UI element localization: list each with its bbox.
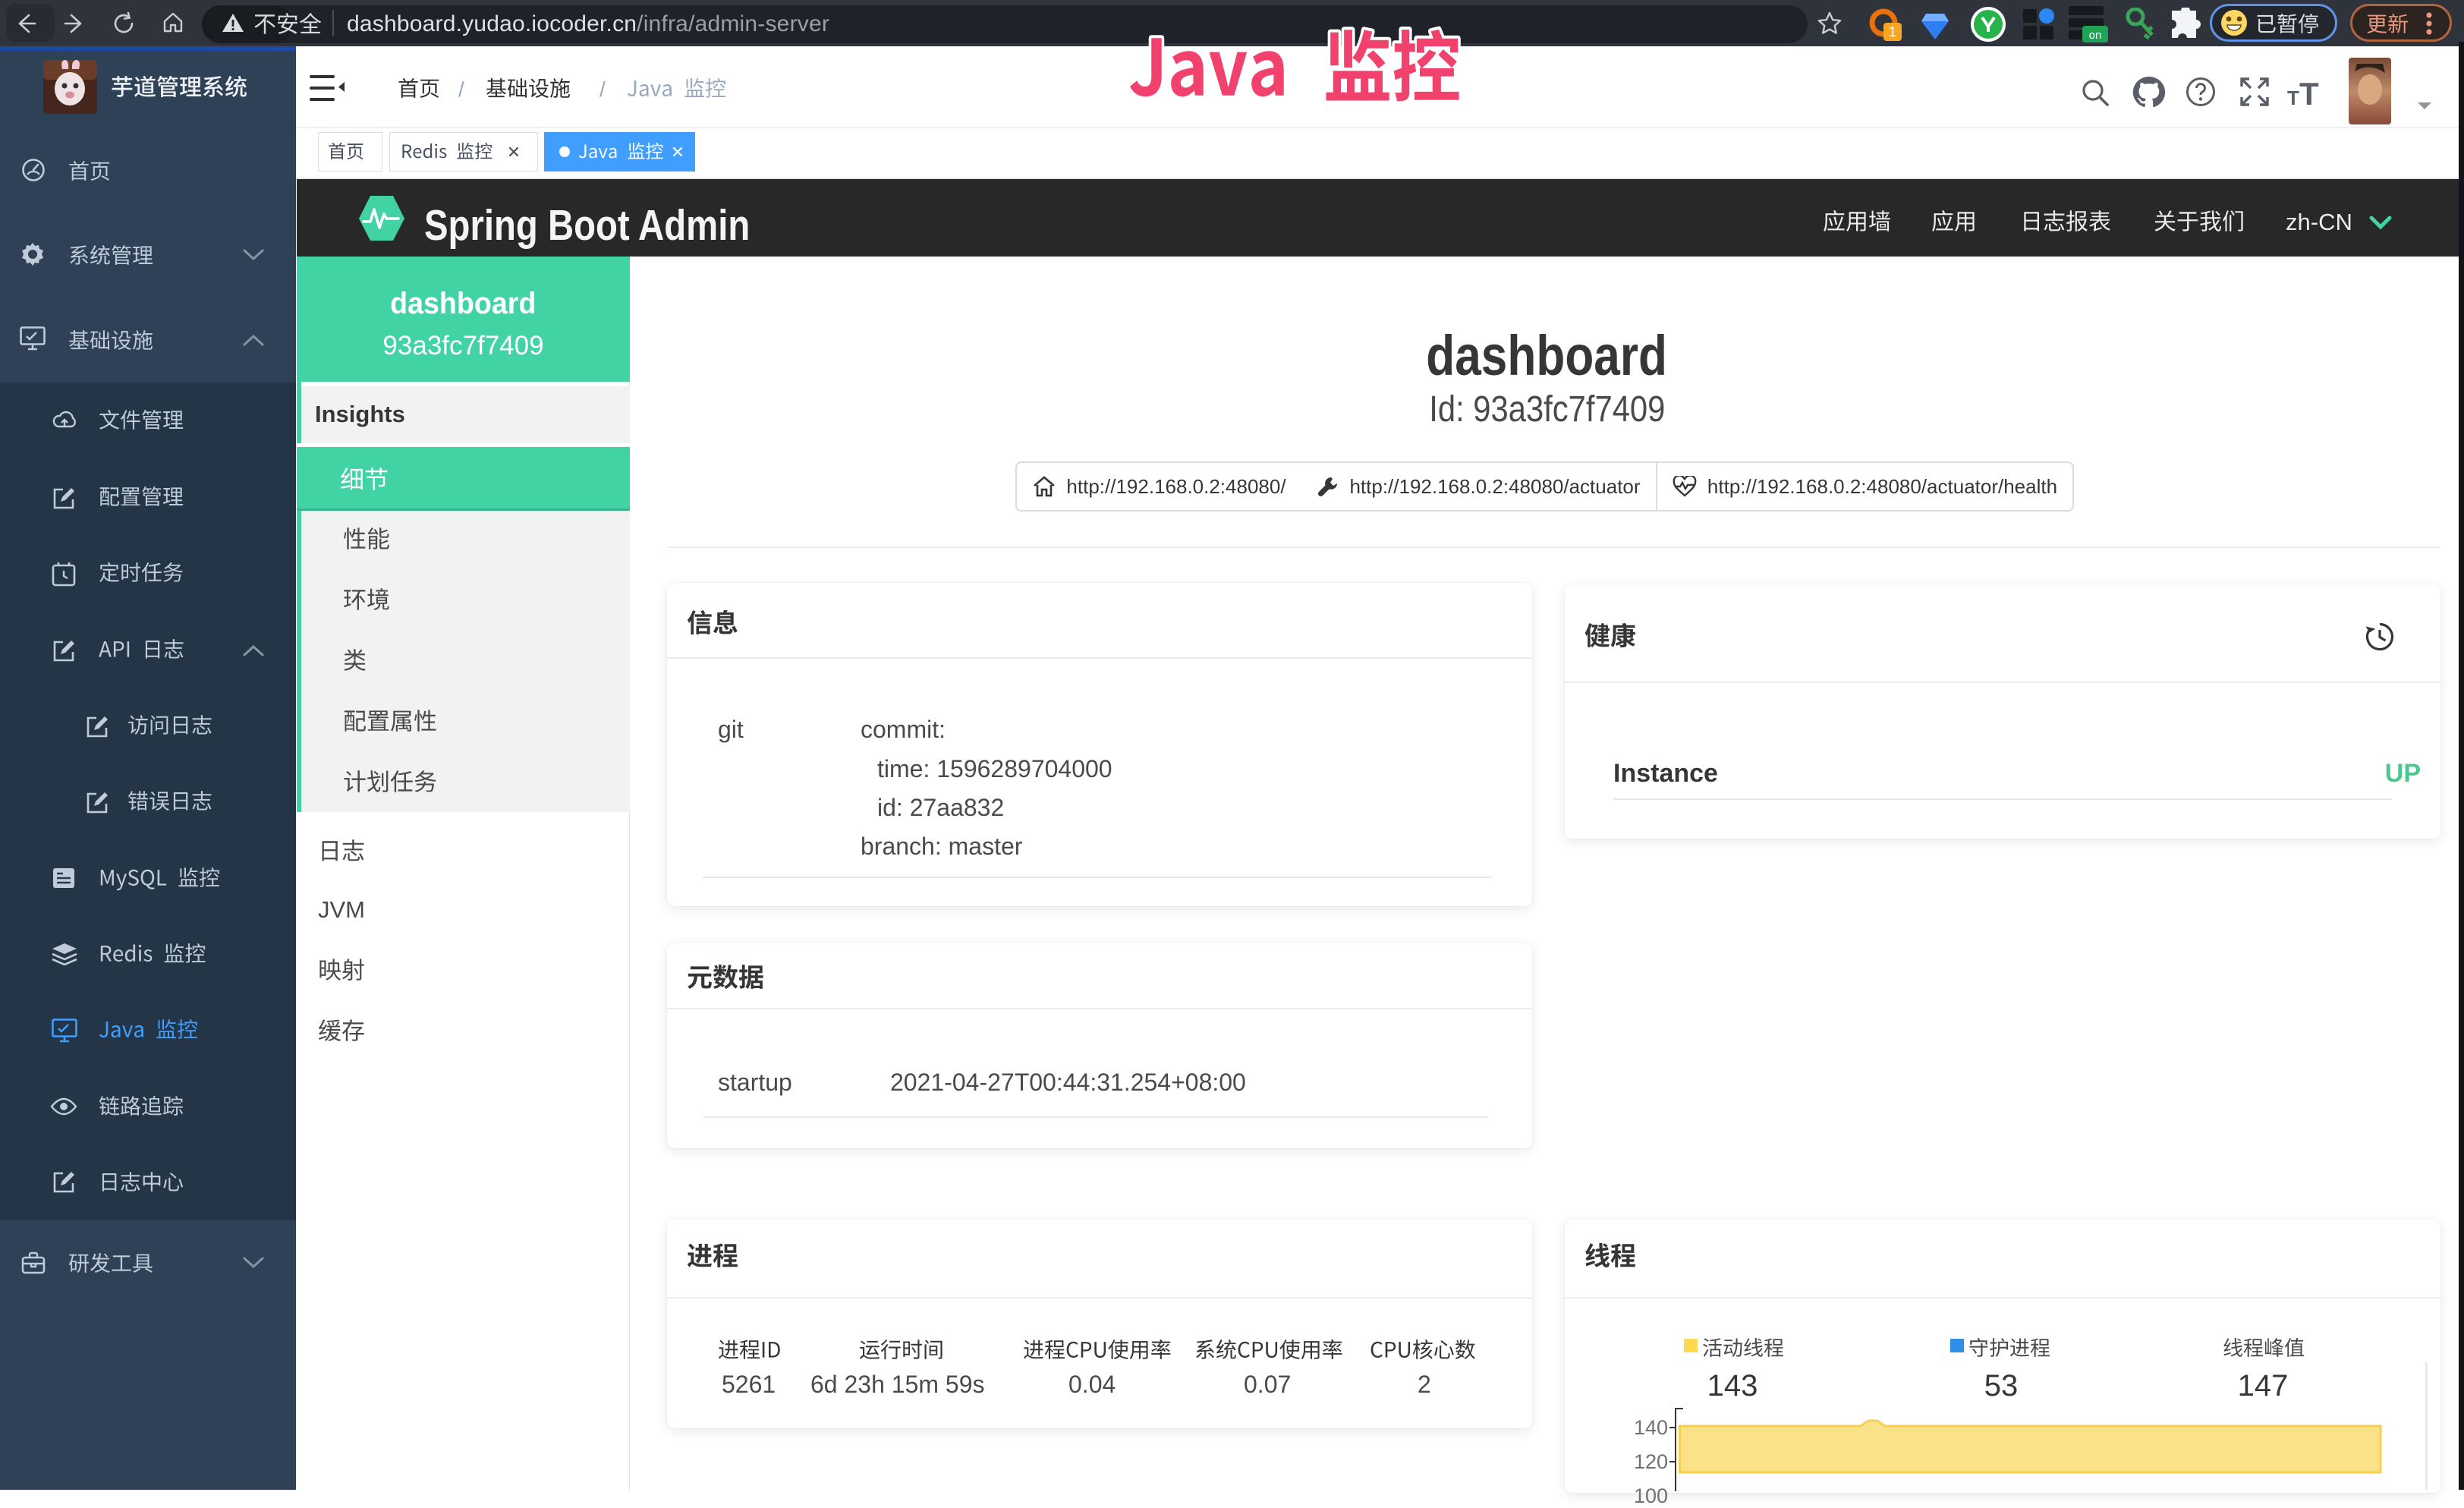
svg-text:T: T [2287, 87, 2299, 108]
svg-text:1: 1 [1889, 24, 1896, 39]
svg-text:on: on [2089, 29, 2102, 42]
svg-text:T: T [2299, 76, 2319, 108]
